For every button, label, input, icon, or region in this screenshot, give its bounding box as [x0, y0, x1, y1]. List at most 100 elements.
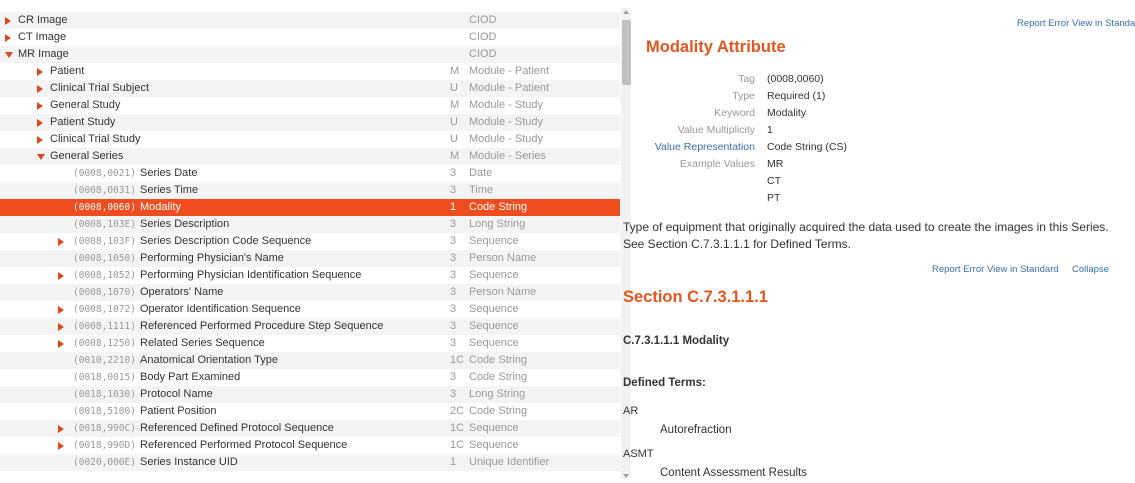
requirement-type: 1C	[450, 422, 465, 434]
report-error-link[interactable]: Report Error	[1017, 18, 1069, 29]
tree-row[interactable]: (0018,5100) Patient Position 2C Code String	[0, 403, 620, 420]
attribute-tag: (0008,0031)	[73, 185, 136, 196]
tree-row[interactable]: (0008,1070) Operators' Name 3 Person Name	[0, 284, 620, 301]
example-value: MR	[767, 158, 784, 170]
tree-row[interactable]: (0018,0015) Body Part Examined 3 Code Strin…	[0, 369, 620, 386]
caret-right-icon[interactable]	[58, 340, 64, 348]
element-type: Sequence	[469, 439, 519, 451]
element-type: Module - Patient	[469, 65, 550, 77]
tree-row[interactable]: (0010,2210) Anatomical Orientation Type 1C…	[0, 352, 620, 369]
type-label: Type	[732, 90, 755, 102]
requirement-type: 3	[450, 286, 457, 298]
tree-row[interactable]: (0018,990C) Referenced Defined Protocol S…	[0, 420, 620, 437]
attribute-tag: (0018,1030)	[73, 389, 136, 400]
attribute-tag: (0008,1050)	[73, 253, 136, 264]
caret-down-icon[interactable]	[5, 52, 13, 58]
tree-row[interactable]: (0008,1250) Related Series Sequence 3 Seque…	[0, 335, 620, 352]
tree-row[interactable]: CT Image CIOD	[0, 29, 620, 46]
requirement-type: M	[450, 150, 460, 162]
element-type: Date	[469, 167, 493, 179]
collapse-link[interactable]: Collapse	[1072, 264, 1109, 275]
attribute-tag: (0008,1052)	[73, 270, 136, 281]
element-type: Module - Study	[469, 99, 543, 111]
element-type: Long String	[469, 218, 526, 230]
defined-term-meaning: Autorefraction	[660, 424, 732, 436]
value-representation-value: Code String (CS)	[767, 141, 847, 153]
requirement-type: U	[450, 82, 458, 94]
tree-row[interactable]: General Series M Module - Series	[0, 148, 620, 165]
tree-row[interactable]: (0008,1072) Operator Identification Seque…	[0, 301, 620, 318]
defined-term-code: ASMT	[623, 448, 654, 460]
caret-right-icon[interactable]	[37, 136, 43, 144]
value-representation-link[interactable]: Value Representation	[655, 141, 755, 153]
tree-row[interactable]: MR Image CIOD	[0, 46, 620, 63]
attribute-tag: (0018,990C)	[73, 423, 136, 434]
tree-row-name: Patient	[50, 65, 85, 77]
tree-row[interactable]: Patient M Module - Patient	[0, 63, 620, 80]
defined-terms-heading: Defined Terms:	[623, 377, 706, 389]
tree-row[interactable]: Clinical Trial Study U Module - Study	[0, 131, 620, 148]
caret-right-icon[interactable]	[37, 85, 43, 93]
caret-right-icon[interactable]	[5, 17, 11, 25]
attribute-tag: (0008,1070)	[73, 287, 136, 298]
requirement-type: 3	[450, 269, 457, 281]
tree-row[interactable]: (0018,1030) Protocol Name 3 Long String	[0, 386, 620, 403]
caret-right-icon[interactable]	[58, 425, 64, 433]
view-in-standard-link[interactable]: View in Standard	[1072, 18, 1135, 29]
tree-row[interactable]: (0008,1111) Referenced Performed Procedur…	[0, 318, 620, 335]
example-values-label: Example Values	[679, 158, 755, 170]
tree-row[interactable]: (0018,990D) Referenced Performed Protocol…	[0, 437, 620, 454]
tree-row-name: CT Image	[18, 31, 67, 43]
tree-row[interactable]: (0008,103E) Series Description 3 Long Strin…	[0, 216, 620, 233]
tree-row-name: Referenced Performed Procedure Step Sequ…	[140, 320, 384, 332]
element-type: Sequence	[469, 422, 519, 434]
tree-row[interactable]: General Study M Module - Study	[0, 97, 620, 114]
attribute-tag: (0008,0021)	[73, 168, 136, 179]
caret-right-icon[interactable]	[58, 306, 64, 314]
element-type: Person Name	[469, 252, 537, 264]
tree-row[interactable]: CR Image CIOD	[0, 12, 620, 29]
tree-row[interactable]: (0020,000E) Series Instance UID 1 Unique Id…	[0, 454, 620, 471]
caret-right-icon[interactable]	[58, 323, 64, 331]
element-type: Time	[469, 184, 494, 196]
attribute-title: Modality Attribute	[646, 38, 786, 56]
tree-row-name: MR Image	[18, 48, 69, 60]
report-error-link[interactable]: Report Error	[932, 264, 984, 275]
element-type: Module - Series	[469, 150, 547, 162]
requirement-type: 1	[450, 201, 457, 213]
attribute-tag: (0018,5100)	[73, 406, 136, 417]
element-type: Sequence	[469, 303, 519, 315]
requirement-type: 3	[450, 337, 457, 349]
tree-row-selected[interactable]: (0008,0060) Modality 1 Code String	[0, 199, 620, 216]
caret-right-icon[interactable]	[37, 68, 43, 76]
tree-row[interactable]: Clinical Trial Subject U Module - Patient	[0, 80, 620, 97]
tag-value: (0008,0060)	[767, 73, 824, 85]
caret-right-icon[interactable]	[58, 238, 64, 246]
tree-row[interactable]: Patient Study U Module - Study	[0, 114, 620, 131]
attribute-tag: (0008,0060)	[73, 202, 136, 213]
tree-row[interactable]: (0008,0031) Series Time 3 Time	[0, 182, 620, 199]
element-type: Unique Identifier	[469, 456, 550, 468]
element-type: Sequence	[469, 235, 519, 247]
tree-row-name: Modality	[140, 201, 181, 213]
caret-right-icon[interactable]	[37, 102, 43, 110]
tree-row[interactable]: (0008,1050) Performing Physician's Name 3 P…	[0, 250, 620, 267]
example-value: CT	[767, 175, 781, 187]
caret-right-icon[interactable]	[5, 34, 11, 42]
defined-term-code: AR	[623, 405, 639, 417]
element-type: Code String	[469, 405, 528, 417]
caret-right-icon[interactable]	[58, 272, 64, 280]
caret-right-icon[interactable]	[58, 442, 64, 450]
caret-down-icon[interactable]	[37, 154, 45, 160]
tree-row-name: Performing Physician's Name	[140, 252, 284, 264]
caret-right-icon[interactable]	[37, 119, 43, 127]
attribute-tag: (0010,2210)	[73, 355, 136, 366]
view-in-standard-link[interactable]: View in Standard	[987, 264, 1059, 275]
tree-row[interactable]: (0008,1052) Performing Physician Identifi…	[0, 267, 620, 284]
tree-row-name: Anatomical Orientation Type	[140, 354, 278, 366]
tree-row[interactable]: (0008,103F) Series Description Code Seque…	[0, 233, 620, 250]
example-value: PT	[767, 192, 781, 204]
requirement-type: U	[450, 133, 458, 145]
tree-row[interactable]: (0008,0021) Series Date 3 Date	[0, 165, 620, 182]
tree-row-name: Patient Study	[50, 116, 116, 128]
